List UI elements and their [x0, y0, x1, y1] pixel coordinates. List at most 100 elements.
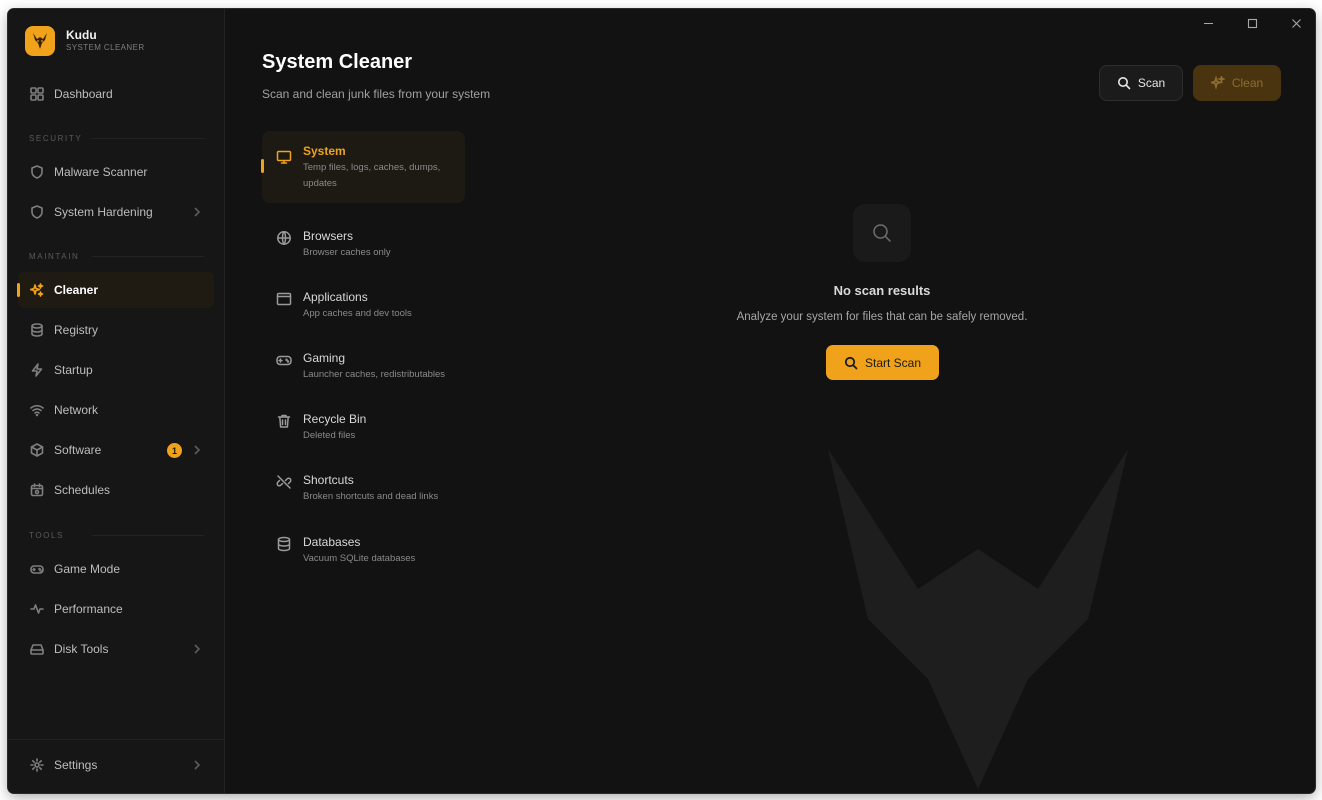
category-recycle-bin[interactable]: Recycle Bin Deleted files — [262, 399, 465, 456]
sidebar-item-cleaner[interactable]: Cleaner — [17, 272, 214, 308]
app-window: Kudu SYSTEM CLEANER Dashboard SECURITY M… — [8, 9, 1315, 793]
close-button[interactable] — [1286, 16, 1306, 30]
kudu-logo-icon — [25, 26, 55, 56]
sidebar-item-label: Startup — [54, 363, 93, 377]
section-label-security: SECURITY — [29, 134, 83, 143]
category-gaming[interactable]: Gaming Launcher caches, redistributables — [262, 338, 465, 395]
category-databases[interactable]: Databases Vacuum SQLite databases — [262, 522, 465, 579]
globe-icon — [276, 230, 292, 246]
sidebar-item-label: Cleaner — [54, 283, 99, 297]
sidebar-item-label: Malware Scanner — [54, 165, 148, 179]
empty-state-subtitle: Analyze your system for files that can b… — [736, 311, 1028, 323]
package-icon — [30, 443, 44, 457]
search-icon — [1117, 77, 1131, 90]
empty-state-title: No scan results — [833, 283, 931, 298]
sidebar-item-label: Schedules — [54, 483, 111, 497]
shield-icon — [30, 165, 44, 179]
sidebar-item-malware-scanner[interactable]: Malware Scanner — [18, 154, 214, 190]
category-title: Browsers — [303, 229, 354, 243]
category-desc: Browser caches only — [303, 247, 391, 258]
section-label-maintain: MAINTAIN — [29, 252, 80, 261]
sidebar-item-startup[interactable]: Startup — [18, 352, 214, 388]
sidebar-item-dashboard[interactable]: Dashboard — [18, 76, 214, 112]
database-icon — [276, 536, 292, 552]
trash-icon — [276, 413, 292, 429]
dashboard-icon — [30, 87, 44, 101]
sidebar-item-label: Dashboard — [54, 87, 113, 101]
category-applications[interactable]: Applications App caches and dev tools — [262, 277, 465, 334]
bolt-icon — [30, 363, 44, 377]
page-subtitle: Scan and clean junk files from your syst… — [262, 87, 491, 101]
category-desc: Broken shortcuts and dead links — [303, 491, 439, 502]
category-desc: Deleted files — [303, 430, 356, 441]
chevron-right-icon — [192, 444, 202, 456]
sidebar-item-game-mode[interactable]: Game Mode — [18, 551, 214, 587]
sidebar-item-schedules[interactable]: Schedules — [18, 472, 214, 508]
category-desc: Temp files, logs, caches, dumps, updates — [303, 162, 441, 189]
shield-icon — [30, 205, 44, 219]
wifi-icon — [30, 403, 44, 417]
category-system[interactable]: System Temp files, logs, caches, dumps, … — [261, 131, 465, 203]
minimize-button[interactable] — [1198, 16, 1218, 30]
search-icon — [844, 356, 858, 369]
category-title: Shortcuts — [303, 473, 354, 487]
start-scan-label: Start Scan — [864, 355, 922, 370]
sidebar-item-label: System Hardening — [54, 205, 153, 219]
empty-state-search-icon — [853, 204, 911, 262]
category-shortcuts[interactable]: Shortcuts Broken shortcuts and dead link… — [262, 460, 465, 517]
sidebar-item-label: Network — [54, 403, 99, 417]
scan-button-label: Scan — [1137, 76, 1166, 90]
page-title: System Cleaner — [262, 51, 413, 73]
activity-icon — [30, 602, 44, 616]
clean-button[interactable]: Clean — [1193, 65, 1281, 101]
category-desc: App caches and dev tools — [303, 308, 412, 319]
hard-drive-icon — [30, 642, 44, 656]
category-desc: Vacuum SQLite databases — [303, 553, 416, 564]
database-icon — [30, 323, 44, 337]
update-count-badge: 1 — [167, 443, 182, 458]
sidebar-divider — [8, 739, 225, 740]
sidebar-item-network[interactable]: Network — [18, 392, 214, 428]
chevron-right-icon — [192, 643, 202, 655]
broken-link-icon — [276, 474, 292, 490]
sidebar-item-system-hardening[interactable]: System Hardening — [18, 194, 214, 230]
gear-icon — [30, 758, 44, 772]
gamepad-icon — [276, 352, 292, 368]
section-label-tools: TOOLS — [29, 531, 64, 540]
sidebar-item-disk-tools[interactable]: Disk Tools — [18, 631, 214, 667]
sidebar-item-label: Registry — [54, 323, 99, 337]
sidebar: Kudu SYSTEM CLEANER Dashboard SECURITY M… — [8, 9, 225, 793]
section-divider — [92, 138, 204, 139]
section-divider — [92, 256, 204, 257]
scan-button[interactable]: Scan — [1099, 65, 1183, 101]
maximize-button[interactable] — [1242, 16, 1262, 30]
sidebar-item-performance[interactable]: Performance — [18, 591, 214, 627]
brand: Kudu SYSTEM CLEANER — [25, 26, 145, 56]
sidebar-item-registry[interactable]: Registry — [18, 312, 214, 348]
chevron-right-icon — [192, 206, 202, 218]
monitor-icon — [276, 149, 292, 165]
category-desc: Launcher caches, redistributables — [303, 369, 446, 380]
section-divider — [92, 535, 204, 536]
gamepad-icon — [30, 562, 44, 576]
app-subtitle: SYSTEM CLEANER — [66, 43, 145, 52]
category-browsers[interactable]: Browsers Browser caches only — [262, 216, 465, 273]
category-title: Applications — [303, 290, 368, 304]
sidebar-item-label: Software — [54, 443, 102, 457]
sidebar-item-label: Settings — [54, 758, 98, 772]
calendar-icon — [30, 483, 44, 497]
sparkles-icon — [30, 283, 44, 297]
start-scan-button[interactable]: Start Scan — [826, 345, 939, 380]
app-window-icon — [276, 291, 292, 307]
sidebar-item-settings[interactable]: Settings — [18, 747, 214, 783]
clean-button-label: Clean — [1231, 76, 1264, 90]
app-name: Kudu — [66, 28, 97, 42]
category-title: System — [303, 144, 346, 158]
category-title: Gaming — [303, 351, 346, 365]
sparkles-icon — [1210, 76, 1225, 90]
kudu-watermark-icon — [828, 449, 1128, 789]
sidebar-item-software[interactable]: Software 1 — [18, 432, 214, 468]
sidebar-item-label: Disk Tools — [54, 642, 109, 656]
category-title: Recycle Bin — [303, 412, 367, 426]
sidebar-item-label: Game Mode — [54, 562, 121, 576]
